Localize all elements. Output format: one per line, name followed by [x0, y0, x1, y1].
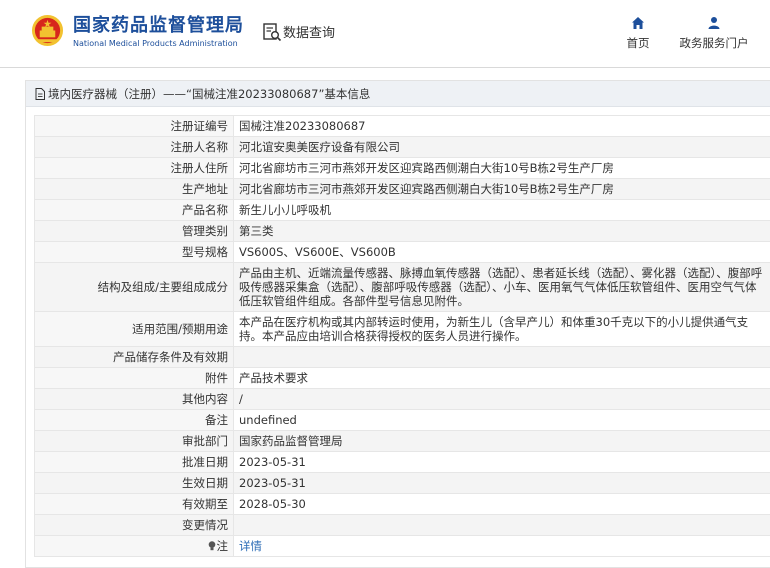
data-query-label[interactable]: 数据查询: [283, 22, 335, 41]
table-row: 其他内容 /: [34, 388, 770, 410]
field-value: 产品技术要求: [233, 367, 770, 389]
note-label: 注: [216, 539, 229, 553]
field-label: 批准日期: [34, 451, 234, 473]
table-row: 型号规格 VS600S、VS600E、VS600B: [34, 241, 770, 263]
table-row: 注 详情: [34, 535, 770, 557]
document-icon: [35, 87, 45, 100]
field-label: 审批部门: [34, 430, 234, 452]
breadcrumb-text: 境内医疗器械（注册）——“国械注准20233080687”基本信息: [48, 86, 371, 101]
nav-service-portal-label: 政务服务门户: [679, 36, 749, 50]
registration-info-table: 注册证编号 国械注准20233080687 注册人名称 河北谊安奥美医疗设备有限…: [34, 115, 770, 557]
home-icon: [632, 17, 644, 29]
field-label: 注册人住所: [34, 157, 234, 179]
field-label: 产品储存条件及有效期: [34, 346, 234, 368]
field-label: 备注: [34, 409, 234, 431]
table-row: 注册人住所 河北省廊坊市三河市燕郊开发区迎宾路西侧潮白大街10号B栋2号生产厂房: [34, 157, 770, 179]
table-row: 适用范围/预期用途 本产品在医疗机构或其内部转运时使用，为新生儿（含早产儿）和体…: [34, 311, 770, 347]
field-value: undefined: [233, 409, 770, 431]
field-value: 2023-05-31: [233, 472, 770, 494]
table-row: 有效期至 2028-05-30: [34, 493, 770, 515]
field-value: 2023-05-31: [233, 451, 770, 473]
table-row: 批准日期 2023-05-31: [34, 451, 770, 473]
nav-home-label: 首页: [626, 36, 650, 50]
field-label: 生产地址: [34, 178, 234, 200]
national-emblem-icon: [31, 14, 64, 47]
table-row: 生效日期 2023-05-31: [34, 472, 770, 494]
field-value: 国械注准20233080687: [233, 115, 770, 137]
brand-title-en: National Medical Products Administration: [73, 39, 238, 48]
table-row: 产品名称 新生儿小儿呼吸机: [34, 199, 770, 221]
field-value: 第三类: [233, 220, 770, 242]
field-value: 河北谊安奥美医疗设备有限公司: [233, 136, 770, 158]
table-row: 审批部门 国家药品监督管理局: [34, 430, 770, 452]
field-label: 注册证编号: [34, 115, 234, 137]
field-label-note: 注: [34, 535, 234, 557]
field-value: 河北省廊坊市三河市燕郊开发区迎宾路西侧潮白大街10号B栋2号生产厂房: [233, 178, 770, 200]
field-label: 型号规格: [34, 241, 234, 263]
field-label: 产品名称: [34, 199, 234, 221]
nav-home[interactable]: 首页: [621, 16, 655, 51]
field-value: 产品由主机、近端流量传感器、脉搏血氧传感器（选配）、患者延长线（选配）、雾化器（…: [233, 262, 770, 312]
field-value: 2028-05-30: [233, 493, 770, 515]
field-value: [233, 514, 770, 536]
table-row: 变更情况: [34, 514, 770, 536]
brand-title-cn: 国家药品监督管理局: [73, 15, 244, 36]
nav-service-portal[interactable]: 政务服务门户: [675, 16, 753, 51]
field-label: 变更情况: [34, 514, 234, 536]
field-label: 适用范围/预期用途: [34, 311, 234, 347]
field-value: VS600S、VS600E、VS600B: [233, 241, 770, 263]
user-icon: [708, 17, 720, 29]
field-value: 详情: [233, 535, 770, 557]
field-value: [233, 346, 770, 368]
table-row: 结构及组成/主要组成成分 产品由主机、近端流量传感器、脉搏血氧传感器（选配）、患…: [34, 262, 770, 312]
details-link[interactable]: 详情: [239, 539, 262, 553]
field-label: 有效期至: [34, 493, 234, 515]
table-row: 注册证编号 国械注准20233080687: [34, 115, 770, 137]
site-header: 国家药品监督管理局 National Medical Products Admi…: [0, 0, 770, 68]
field-value: /: [233, 388, 770, 410]
field-label: 注册人名称: [34, 136, 234, 158]
field-label: 其他内容: [34, 388, 234, 410]
table-row: 管理类别 第三类: [34, 220, 770, 242]
field-value: 国家药品监督管理局: [233, 430, 770, 452]
field-label: 管理类别: [34, 220, 234, 242]
table-row: 注册人名称 河北谊安奥美医疗设备有限公司: [34, 136, 770, 158]
detail-panel: 境内医疗器械（注册）——“国械注准20233080687”基本信息 注册证编号 …: [25, 80, 770, 568]
data-query-icon: [263, 23, 282, 42]
table-row: 生产地址 河北省廊坊市三河市燕郊开发区迎宾路西侧潮白大街10号B栋2号生产厂房: [34, 178, 770, 200]
field-label: 结构及组成/主要组成成分: [34, 262, 234, 312]
breadcrumb: 境内医疗器械（注册）——“国械注准20233080687”基本信息: [26, 81, 770, 107]
brand[interactable]: 国家药品监督管理局 National Medical Products Admi…: [73, 15, 244, 48]
field-label: 生效日期: [34, 472, 234, 494]
field-value: 本产品在医疗机构或其内部转运时使用，为新生儿（含早产儿）和体重30千克以下的小儿…: [233, 311, 770, 347]
lightbulb-icon: [208, 541, 215, 551]
table-row: 备注 undefined: [34, 409, 770, 431]
field-value: 新生儿小儿呼吸机: [233, 199, 770, 221]
field-label: 附件: [34, 367, 234, 389]
field-value: 河北省廊坊市三河市燕郊开发区迎宾路西侧潮白大街10号B栋2号生产厂房: [233, 157, 770, 179]
table-row: 附件 产品技术要求: [34, 367, 770, 389]
table-row: 产品储存条件及有效期: [34, 346, 770, 368]
